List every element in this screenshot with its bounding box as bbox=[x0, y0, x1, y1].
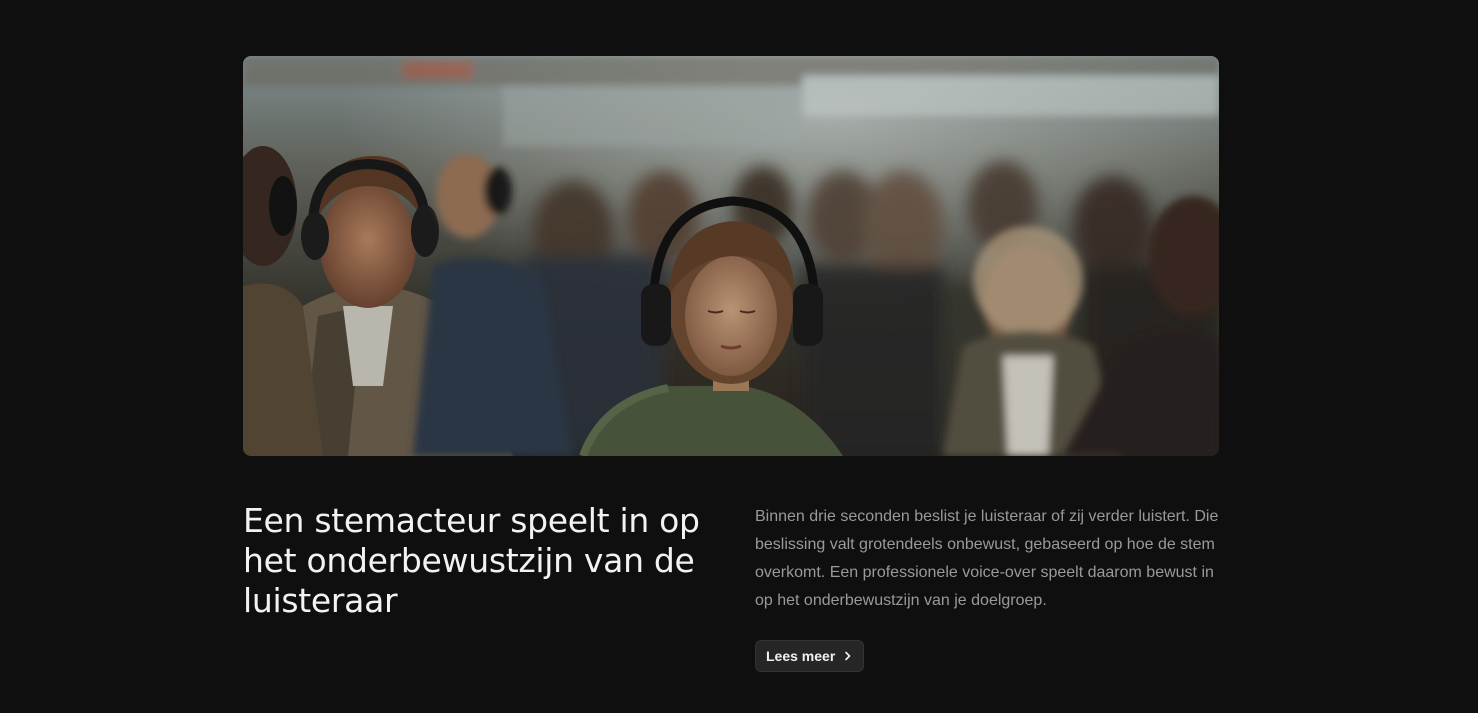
read-more-label: Lees meer bbox=[766, 648, 836, 664]
crowd-headphones-photo bbox=[243, 56, 1219, 456]
feature-body-text: Binnen drie seconden beslist je luistera… bbox=[755, 508, 1219, 609]
feature-headline: Een stemacteur speelt in op het onderbew… bbox=[243, 501, 700, 620]
chevron-right-icon bbox=[845, 651, 851, 661]
hero-image bbox=[243, 56, 1219, 456]
read-more-button[interactable]: Lees meer bbox=[755, 640, 865, 672]
